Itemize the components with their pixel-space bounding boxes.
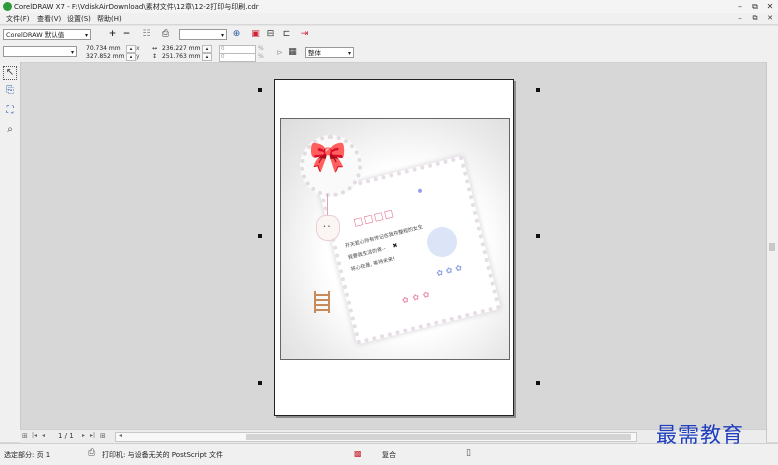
scale-y-field[interactable]: 0 [219, 53, 256, 62]
standard-toolbar: CorelDRAW 默认值 ▾ + − ☷ ⎙ ▾ ⊕ ▣ ⊟ ⊏ ⇥ [0, 25, 778, 44]
bow-icon: 🎀 [309, 140, 347, 175]
print-icon[interactable]: ⎙ [160, 29, 171, 40]
pink-flowers-icon: ✿✿✿ [400, 288, 435, 306]
menu-settings[interactable]: 设置(S) [67, 14, 91, 24]
y-spinner[interactable]: ▴ [126, 53, 136, 61]
selection-status: 选定部分: 页 1 [4, 451, 51, 459]
chevron-down-icon: ▾ [84, 32, 88, 39]
watermark-text: 最需教育 [656, 423, 744, 447]
selection-handle[interactable] [258, 88, 262, 92]
scroll-left-icon[interactable]: ◂ [119, 432, 122, 439]
menu-help[interactable]: 帮助(H) [97, 14, 122, 24]
title-bar: CorelDRAW X7 - F:\VdiskAirDownload\素材文件\… [0, 0, 778, 14]
width-arrow-icon: ↔ [152, 45, 158, 52]
width-value[interactable]: 236.227 mm [162, 45, 200, 52]
height-value[interactable]: 251.763 mm [162, 53, 200, 60]
artwork-image[interactable]: □□□□ 开天若心所有传记在我存整程的女生 我要我生活的青-- 将心在是, 等待… [280, 118, 510, 360]
zoom-tool-icon[interactable]: ⌕ [3, 123, 17, 137]
selection-handle[interactable] [536, 88, 540, 92]
doc-restore-button[interactable]: ⧉ [749, 13, 761, 23]
lock-ratio-icon[interactable]: ⊳ [274, 47, 285, 58]
chevron-down-icon: ▾ [70, 49, 74, 56]
previous-page-icon[interactable]: ◂ [42, 432, 45, 439]
chevron-down-icon: ▾ [220, 32, 224, 39]
page-navigation-bar: ⊞ |◂ ◂ 1 / 1 ▸ ▸| ⊞ ◂ [20, 429, 766, 443]
imposition-layout-icon[interactable]: ⎘ [3, 84, 17, 98]
height-arrow-icon: ↕ [152, 53, 158, 60]
page-icon: ▯ [466, 448, 471, 458]
print-preset-value: CorelDRAW 默认值 [6, 31, 65, 39]
stamp-boxes: □□□□ [352, 207, 396, 229]
color-mode-icon: ▩ [354, 449, 362, 458]
zoom-combo[interactable]: ▾ [179, 29, 227, 40]
tiling-combo[interactable]: 整体 ▾ [305, 47, 354, 58]
x-unit-icon: x [136, 45, 140, 52]
selection-handle[interactable] [258, 381, 262, 385]
color-preview-icon[interactable]: ▣ [250, 29, 261, 40]
dandelion-seed [417, 188, 423, 194]
add-page-icon[interactable]: ⊞ [100, 432, 106, 440]
marks-placement-icon[interactable]: ⛶ [3, 104, 17, 118]
add-preset-button[interactable]: + [107, 29, 118, 40]
dandelion-flowers-icon: ✿✿✿ [435, 262, 466, 279]
blue-circle [423, 223, 461, 261]
y-position-value[interactable]: 327.852 mm [86, 53, 124, 60]
round-badge: 🎀 [300, 135, 362, 197]
x-position-value[interactable]: 70.734 mm [86, 45, 121, 52]
print-preview-page: □□□□ 开天若心所有传记在我存整程的女生 我要我生活的青-- 将心在是, 等待… [274, 79, 514, 416]
balloon-string [327, 194, 328, 216]
menu-file[interactable]: 文件(F) [6, 14, 30, 24]
bear-face: • • [323, 224, 331, 230]
printer-icon: ⎙ [88, 448, 96, 458]
last-page-icon[interactable]: ▸| [90, 432, 95, 439]
next-page-icon[interactable]: ▸ [82, 432, 85, 439]
minimize-button[interactable]: – [734, 1, 746, 12]
height-spinner[interactable]: ▴ [202, 53, 212, 61]
page-indicator: 1 / 1 [58, 432, 74, 440]
printer-status: 打印机: 与设备无关的 PostScript 文件 [102, 451, 223, 459]
separations-icon[interactable]: ⊟ [265, 29, 276, 40]
composite-status: 复合 [382, 451, 396, 459]
tiling-value: 整体 [308, 49, 321, 57]
page-options-icon[interactable]: ⊞ [22, 432, 28, 440]
maximize-button[interactable]: ⧉ [749, 1, 761, 12]
chevron-down-icon: ▾ [347, 50, 351, 57]
y-unit-icon: y [136, 53, 140, 60]
coreldraw-app-icon [3, 2, 12, 11]
menu-bar: 文件(F) 查看(V) 设置(S) 帮助(H) – ⧉ ✕ [0, 13, 778, 24]
scale-percent-icon: % [258, 53, 264, 60]
doc-minimize-button[interactable]: – [734, 13, 746, 23]
horizontal-scrollbar[interactable] [115, 432, 637, 442]
x-spinner[interactable]: ▴ [126, 45, 136, 53]
toolbox: ↖ ⎘ ⛶ ⌕ [0, 62, 21, 442]
property-bar: ▾ 70.734 mm 327.852 mm ▴ ▴ x y ↔ ↕ 236.2… [0, 43, 778, 63]
vertical-scrollbar[interactable] [766, 62, 778, 442]
print-options-icon[interactable]: ☷ [141, 29, 152, 40]
invert-icon[interactable]: ⊏ [281, 29, 292, 40]
ladder-icon [314, 291, 330, 313]
pick-tool-icon[interactable]: ↖ [3, 66, 17, 80]
doc-close-button[interactable]: ✕ [764, 13, 776, 23]
window-title: CorelDRAW X7 - F:\VdiskAirDownload\素材文件\… [14, 3, 259, 11]
tile-icon[interactable]: ▦ [287, 47, 298, 58]
remove-preset-button[interactable]: − [121, 29, 132, 40]
print-preset-combo[interactable]: CorelDRAW 默认值 ▾ [3, 29, 91, 40]
x-mark-icon: ✖ [391, 241, 399, 250]
selection-handle[interactable] [536, 234, 540, 238]
scrollbar-thumb[interactable] [246, 434, 631, 440]
scale-percent-icon: % [258, 45, 264, 52]
first-page-icon[interactable]: |◂ [32, 432, 37, 439]
selection-handle[interactable] [536, 381, 540, 385]
close-button[interactable]: ✕ [764, 1, 776, 12]
full-screen-icon[interactable]: ⊕ [231, 29, 242, 40]
close-preview-icon[interactable]: ⇥ [299, 29, 310, 40]
selection-handle[interactable] [258, 234, 262, 238]
scrollbar-thumb[interactable] [769, 243, 775, 251]
bear-doll-icon: • • [316, 215, 340, 241]
width-spinner[interactable]: ▴ [202, 45, 212, 53]
page-position-combo[interactable]: ▾ [3, 46, 77, 57]
menu-view[interactable]: 查看(V) [37, 14, 61, 24]
